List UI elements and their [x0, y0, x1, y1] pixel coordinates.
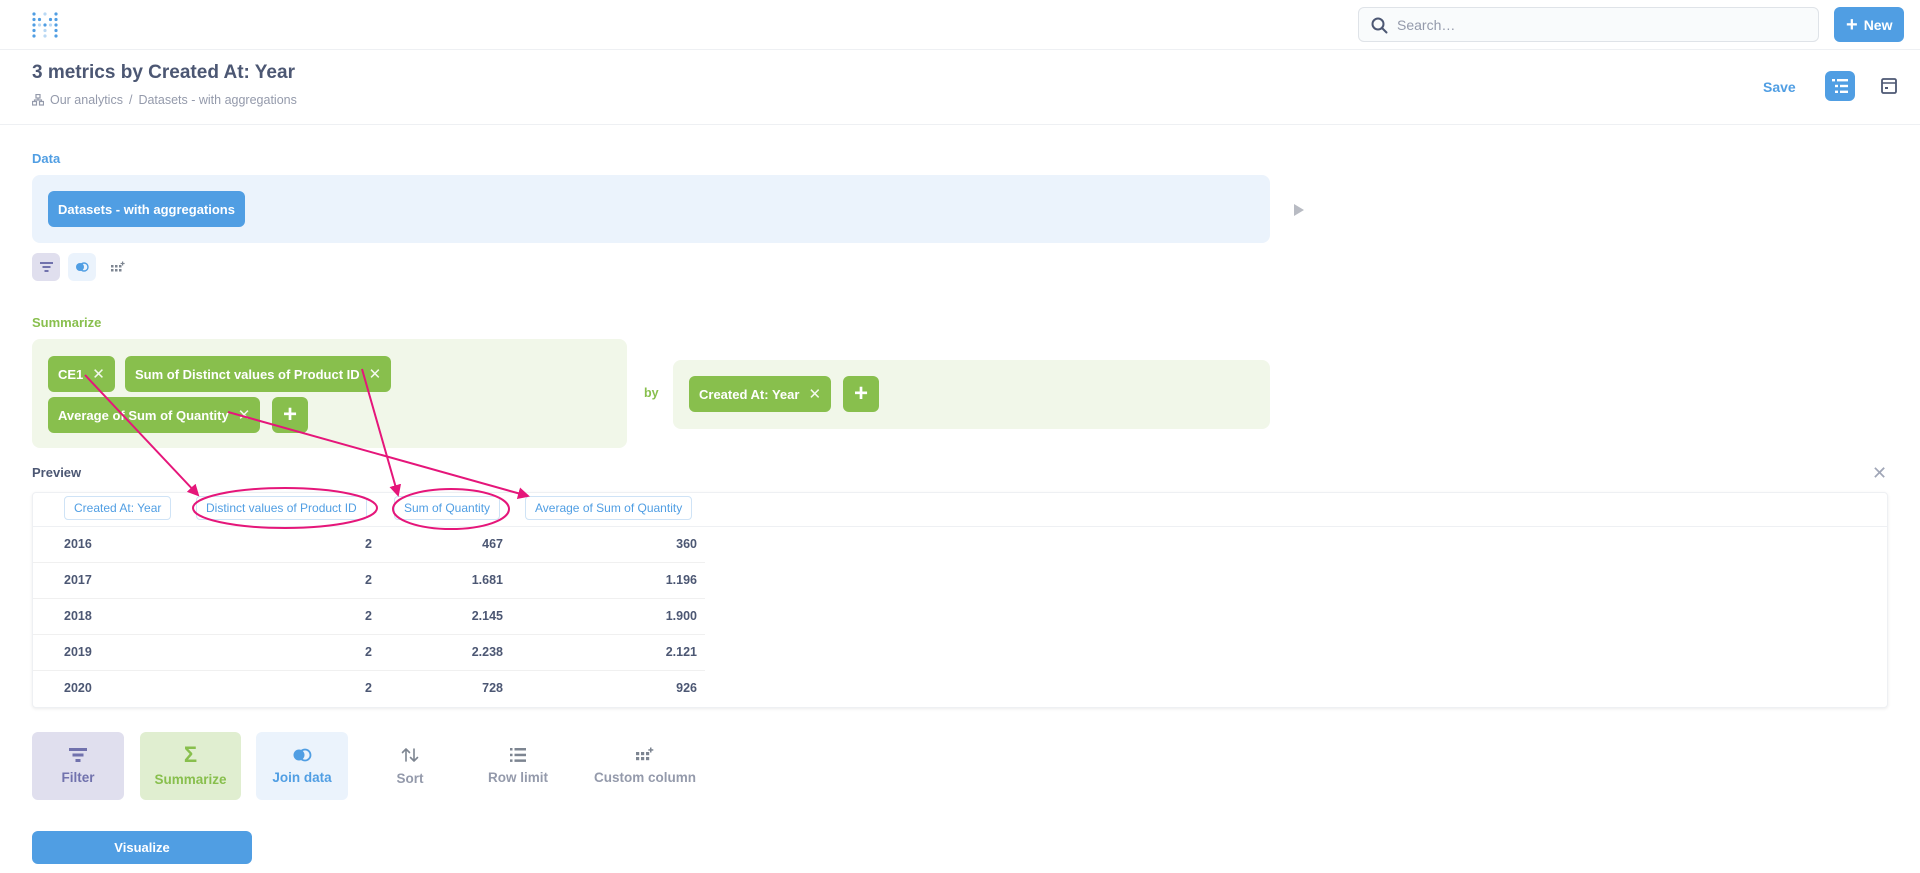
- table-row: 2019 2 2.238 2.121: [33, 635, 705, 671]
- cell-year: 2016: [64, 537, 92, 551]
- plus-icon: +: [1846, 13, 1858, 36]
- breadcrumb-dataset[interactable]: Datasets - with aggregations: [138, 93, 296, 107]
- metric-pill-label: Average of Sum of Quantity: [58, 407, 229, 423]
- sort-action-button[interactable]: Sort: [364, 732, 456, 800]
- cell-sum: 728: [482, 681, 503, 695]
- metric-pill[interactable]: CE1 ✕: [48, 356, 115, 392]
- summarize-action-button[interactable]: Σ Summarize: [140, 732, 241, 800]
- step-action-icons: [32, 253, 132, 281]
- cell-distinct: 2: [365, 645, 372, 659]
- cell-year: 2018: [64, 609, 92, 623]
- data-step-box: Datasets - with aggregations: [32, 175, 1270, 243]
- search-input[interactable]: [1397, 15, 1797, 35]
- summarize-metrics-box: CE1 ✕ Sum of Distinct values of Product …: [32, 339, 627, 448]
- filter-icon: [39, 262, 53, 272]
- preview-label: Preview: [32, 465, 82, 480]
- cell-distinct: 2: [365, 681, 372, 695]
- cell-average: 2.121: [665, 645, 697, 659]
- add-join-step-button[interactable]: [68, 253, 96, 281]
- table-row: 2016 2 467 360: [33, 527, 705, 563]
- view-sql-button[interactable]: [1874, 71, 1904, 101]
- summarize-breakout-box: Created At: Year ✕ +: [673, 360, 1270, 429]
- search-bar[interactable]: [1358, 7, 1819, 42]
- cell-average: 1.900: [665, 609, 697, 623]
- filter-action-button[interactable]: Filter: [32, 732, 124, 800]
- metric-pill-label: Sum of Distinct values of Product ID: [135, 366, 360, 382]
- breadcrumb-separator: /: [128, 93, 133, 107]
- table-row: 2017 2 1.681 1.196: [33, 563, 705, 599]
- column-header[interactable]: Average of Sum of Quantity: [525, 496, 693, 520]
- breakout-pill-label: Created At: Year: [699, 386, 800, 402]
- summarize-action-label: Summarize: [154, 771, 227, 787]
- collection-icon: [32, 94, 44, 106]
- top-nav: + New: [0, 0, 1920, 50]
- column-header[interactable]: Created At: Year: [64, 496, 172, 520]
- add-custom-column-step-button[interactable]: [104, 253, 132, 281]
- remove-metric-icon[interactable]: ✕: [238, 406, 251, 424]
- search-icon: [1371, 17, 1388, 34]
- close-preview-icon[interactable]: ✕: [1872, 463, 1887, 484]
- join-icon: [293, 748, 312, 761]
- notebook-toggle-button[interactable]: [1825, 71, 1855, 101]
- remove-metric-icon[interactable]: ✕: [369, 365, 382, 383]
- sql-icon: [1881, 78, 1897, 94]
- metric-pill-label: CE1: [58, 366, 84, 382]
- add-metric-button[interactable]: +: [272, 397, 308, 433]
- table-row: 2020 2 728 926: [33, 671, 705, 707]
- cell-distinct: 2: [365, 537, 372, 551]
- custom-column-icon: [111, 261, 125, 272]
- metric-pill[interactable]: Average of Sum of Quantity ✕: [48, 397, 261, 433]
- cell-average: 1.196: [665, 573, 697, 587]
- breakout-pill[interactable]: Created At: Year ✕: [689, 376, 832, 412]
- page-title: 3 metrics by Created At: Year: [32, 62, 295, 83]
- breadcrumb: Our analytics / Datasets - with aggregat…: [32, 93, 297, 107]
- filter-icon: [69, 747, 87, 762]
- custom-column-action-label: Custom column: [593, 770, 696, 785]
- sort-icon: [401, 747, 419, 762]
- join-icon: [76, 262, 89, 272]
- cell-average: 360: [676, 537, 697, 551]
- list-icon: [510, 747, 526, 762]
- custom-column-icon: [636, 747, 654, 761]
- sort-action-label: Sort: [396, 770, 424, 786]
- table-row: 2018 2 2.145 1.900: [33, 599, 705, 635]
- column-header[interactable]: Distinct values of Product ID: [196, 496, 367, 520]
- save-button[interactable]: Save: [1763, 79, 1796, 95]
- cell-year: 2019: [64, 645, 92, 659]
- sigma-icon: Σ: [183, 741, 198, 767]
- cell-average: 926: [676, 681, 697, 695]
- question-header: 3 metrics by Created At: Year Our analyt…: [0, 50, 1920, 125]
- add-breakout-button[interactable]: +: [843, 376, 879, 412]
- cell-sum: 467: [482, 537, 503, 551]
- cell-distinct: 2: [365, 573, 372, 587]
- join-action-label: Join data: [272, 769, 332, 785]
- row-limit-action-label: Row limit: [488, 769, 548, 785]
- new-button-label: New: [1863, 16, 1893, 33]
- summarize-step-label: Summarize: [32, 315, 102, 330]
- add-filter-step-button[interactable]: [32, 253, 60, 281]
- data-step-label: Data: [32, 151, 61, 166]
- preview-play-icon[interactable]: [1293, 203, 1305, 217]
- data-source-pill[interactable]: Datasets - with aggregations: [48, 191, 245, 227]
- row-limit-action-button[interactable]: Row limit: [472, 732, 564, 800]
- by-label: by: [644, 386, 659, 400]
- remove-metric-icon[interactable]: ✕: [92, 365, 105, 383]
- cell-sum: 2.145: [471, 609, 503, 623]
- cell-distinct: 2: [365, 609, 372, 623]
- breadcrumb-collection[interactable]: Our analytics: [50, 93, 123, 107]
- notebook-icon: [1832, 79, 1848, 93]
- metric-pill[interactable]: Sum of Distinct values of Product ID ✕: [125, 356, 392, 392]
- filter-action-label: Filter: [61, 769, 95, 785]
- metabase-logo-icon[interactable]: [31, 11, 59, 39]
- visualize-button[interactable]: Visualize: [32, 831, 252, 864]
- column-header[interactable]: Sum of Quantity: [394, 496, 501, 520]
- cell-sum: 2.238: [471, 645, 503, 659]
- custom-column-action-button[interactable]: Custom column: [586, 732, 704, 800]
- cell-sum: 1.681: [471, 573, 503, 587]
- join-action-button[interactable]: Join data: [256, 732, 348, 800]
- new-button[interactable]: + New: [1834, 7, 1904, 42]
- cell-year: 2020: [64, 681, 92, 695]
- cell-year: 2017: [64, 573, 92, 587]
- remove-breakout-icon[interactable]: ✕: [808, 385, 821, 403]
